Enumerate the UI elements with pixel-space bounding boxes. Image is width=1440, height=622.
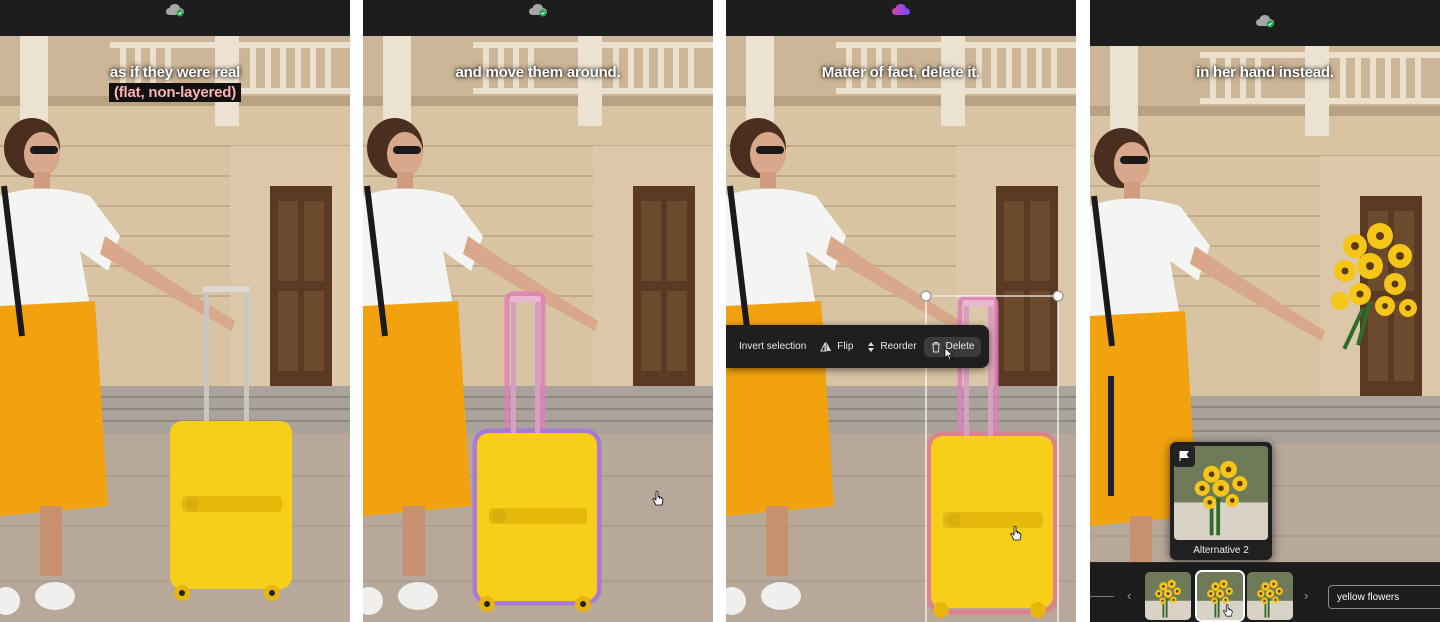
subtitle-caption: Matter of fact, delete it. bbox=[821, 64, 981, 81]
variation-thumbnail-2[interactable] bbox=[1195, 570, 1245, 622]
variation-thumbnail-3[interactable] bbox=[1247, 572, 1293, 620]
generative-fill-bar: ‹ › bbox=[1090, 562, 1440, 622]
flag-button[interactable] bbox=[1173, 445, 1195, 467]
hand-cursor-icon bbox=[1222, 604, 1234, 622]
photo-canvas[interactable]: as if they were real (flat, non-layered) bbox=[0, 36, 350, 622]
invert-selection-button[interactable]: Invert selection bbox=[732, 337, 813, 356]
panel-move: and move them around. bbox=[363, 0, 713, 622]
next-variation-chevron-icon[interactable]: › bbox=[1304, 588, 1308, 603]
panel-delete: Matter of fact, delete it. Invert select… bbox=[726, 0, 1076, 622]
subtitle-caption: as if they were real (flat, non-layered) bbox=[0, 64, 350, 102]
hand-cursor-icon bbox=[1009, 526, 1023, 547]
scene-photo bbox=[363, 36, 713, 622]
prompt-input[interactable] bbox=[1328, 585, 1440, 609]
photo-canvas[interactable]: Matter of fact, delete it. Invert select… bbox=[726, 36, 1076, 622]
hand-cursor-icon bbox=[651, 491, 665, 512]
top-bar bbox=[0, 0, 350, 36]
panel-original: as if they were real (flat, non-layered) bbox=[0, 0, 350, 622]
scene-photo bbox=[0, 36, 350, 622]
previous-variation-chevron-icon[interactable]: ‹ bbox=[1127, 588, 1131, 603]
top-bar bbox=[1090, 0, 1440, 46]
photo-canvas[interactable]: and move them around. bbox=[363, 36, 713, 622]
variation-thumbnail-1[interactable] bbox=[1145, 572, 1191, 620]
subtitle-caption: and move them around. bbox=[455, 64, 621, 81]
reorder-icon bbox=[868, 341, 875, 352]
subtitle-caption: in her hand instead. bbox=[1196, 64, 1334, 81]
cloud-sync-icon bbox=[528, 3, 548, 22]
reorder-label: Reorder bbox=[880, 341, 917, 352]
top-bar bbox=[363, 0, 713, 36]
pointer-cursor-icon bbox=[944, 347, 954, 366]
cloud-sync-icon bbox=[1255, 14, 1275, 33]
flip-label: Flip bbox=[837, 341, 854, 352]
caption-line: as if they were real bbox=[109, 64, 241, 81]
flip-button[interactable]: Flip bbox=[813, 337, 860, 356]
flag-icon bbox=[1179, 451, 1189, 461]
invert-selection-label: Invert selection bbox=[739, 341, 807, 352]
alternative-label: Alternative 2 bbox=[1193, 545, 1249, 556]
flip-icon bbox=[820, 341, 832, 352]
divider bbox=[1090, 596, 1114, 597]
alternative-preview-popover: Alternative 2 bbox=[1170, 442, 1272, 560]
cloud-sync-icon bbox=[165, 3, 185, 22]
top-bar bbox=[726, 0, 1076, 36]
panel-generative-fill: in her hand instead. Alternative 2 ‹ › bbox=[1090, 0, 1440, 622]
cloud-syncing-icon bbox=[891, 3, 911, 22]
trash-icon bbox=[931, 341, 940, 352]
resize-handle[interactable] bbox=[920, 290, 932, 302]
caption-highlight: (flat, non-layered) bbox=[108, 83, 242, 102]
resize-handle[interactable] bbox=[1052, 290, 1064, 302]
reorder-button[interactable]: Reorder bbox=[860, 337, 923, 357]
